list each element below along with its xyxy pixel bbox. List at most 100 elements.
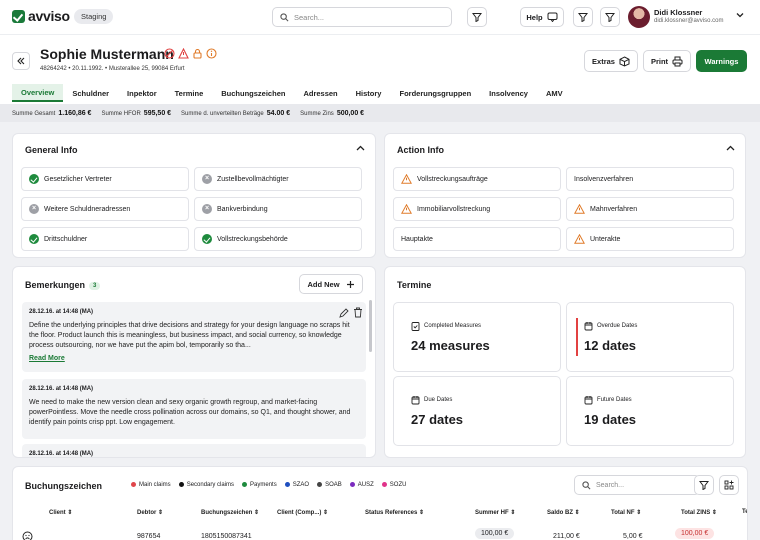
tab-inpektor[interactable]: Inpektor	[118, 84, 166, 102]
note-date: 28.12.16. at 14:48 (MA)	[29, 386, 94, 392]
search-placeholder: Search...	[294, 13, 325, 22]
add-note-button[interactable]: Add New	[299, 274, 363, 294]
sum-item: Summe Gesamt 1.160,86 €	[12, 110, 91, 117]
termine-label: Due Dates	[411, 395, 452, 405]
note-item: 28.12.16. at 14:48 (MA) Define the under…	[22, 302, 366, 372]
top-bar: avviso Staging Search... Help Didi Kloss…	[0, 0, 760, 34]
filter-icon	[578, 13, 588, 22]
search-placeholder: Search...	[596, 482, 625, 489]
tab-buchungszeichen[interactable]: Buchungszeichen	[212, 84, 294, 102]
printer-icon	[672, 56, 683, 66]
termine-due-card[interactable]: Due Dates 27 dates	[393, 376, 561, 446]
filter-button-3[interactable]	[600, 7, 620, 27]
column-header-status-references[interactable]: Status References ⇕	[365, 509, 424, 516]
app-logo[interactable]: avviso	[12, 8, 70, 24]
column-header-buchungszeichen[interactable]: Buchungszeichen ⇕	[201, 509, 259, 516]
warning-icon[interactable]	[178, 48, 189, 59]
termine-overdue-card[interactable]: Overdue Dates 12 dates	[566, 302, 734, 372]
general-info-item[interactable]: × Zustellbevollmächtigter	[194, 167, 362, 191]
item-label: Insolvenzverfahren	[574, 175, 634, 183]
sum-item: Summe HFOR 595,50 €	[101, 110, 171, 117]
print-button[interactable]: Print	[643, 50, 691, 72]
termine-label: Future Dates	[584, 395, 632, 405]
action-info-item[interactable]: Vollstreckungsaufträge	[393, 167, 561, 191]
notes-count-badge: 3	[89, 281, 101, 290]
table-filter-button[interactable]	[694, 475, 714, 495]
columns-settings-button[interactable]	[719, 475, 739, 495]
notes-scrollbar[interactable]	[369, 300, 372, 352]
item-label: Vollstreckungsaufträge	[417, 175, 488, 183]
column-header-client-comp[interactable]: Client (Comp...) ⇕	[277, 509, 328, 516]
sum-value: 595,50 €	[143, 109, 172, 117]
chevron-down-icon[interactable]	[736, 12, 744, 18]
note-date: 28.12.16. at 14:48 (MA)	[29, 451, 94, 457]
chevron-up-icon[interactable]	[726, 145, 735, 151]
general-info-item[interactable]: Vollstreckungsbehörde	[194, 227, 362, 251]
column-header-total-zins[interactable]: Total ZINS ⇕	[681, 509, 717, 516]
item-label: Mahnverfahren	[590, 205, 638, 213]
action-info-item[interactable]: Hauptakte	[393, 227, 561, 251]
column-header-debtor[interactable]: Debtor ⇕	[137, 509, 163, 516]
print-label: Print	[650, 56, 669, 66]
bemerkungen-title: Bemerkungen 3	[25, 280, 101, 290]
trash-icon[interactable]	[353, 307, 363, 318]
action-info-item[interactable]: Unterakte	[566, 227, 734, 251]
tab-amv[interactable]: AMV	[537, 84, 572, 102]
action-info-item[interactable]: Mahnverfahren	[566, 197, 734, 221]
back-button[interactable]	[12, 52, 30, 70]
action-info-item[interactable]: Insolvenzverfahren	[566, 167, 734, 191]
general-info-item[interactable]: × Bankverbindung	[194, 197, 362, 221]
search-icon	[582, 481, 591, 490]
item-label: Weitere Schuldneradressen	[44, 205, 131, 213]
blocked-icon[interactable]	[164, 48, 175, 59]
column-header-total-nf[interactable]: Total NF ⇕	[611, 509, 641, 516]
logo-icon	[12, 9, 25, 23]
lock-icon[interactable]	[192, 48, 203, 59]
termine-label: Overdue Dates	[584, 321, 637, 331]
item-label: Unterakte	[590, 235, 621, 243]
tab-insolvency[interactable]: Insolvency	[480, 84, 537, 102]
header-label: Summer HF	[475, 510, 509, 516]
plus-icon	[346, 280, 354, 288]
help-button[interactable]: Help	[520, 7, 564, 27]
edit-icon[interactable]	[339, 308, 349, 318]
sum-value: 1.160,86 €	[58, 109, 92, 117]
buchungszeichen-search-input[interactable]: Search...	[574, 475, 700, 495]
tab-history[interactable]: History	[347, 84, 391, 102]
tab-adressen[interactable]: Adressen	[294, 84, 346, 102]
global-search-input[interactable]: Search...	[272, 7, 452, 27]
termine-future-card[interactable]: Future Dates 19 dates	[566, 376, 734, 446]
filter-button-2[interactable]	[573, 7, 593, 27]
column-header-client[interactable]: Client ⇕	[49, 509, 72, 516]
general-info-item[interactable]: × Weitere Schuldneradressen	[21, 197, 189, 221]
tab-schuldner[interactable]: Schuldner	[63, 84, 118, 102]
header-label: Status References	[365, 510, 418, 516]
tab-forderungsgruppen[interactable]: Forderungsgruppen	[390, 84, 480, 102]
column-header-te[interactable]: Te	[742, 509, 747, 515]
column-header-saldo-bz[interactable]: Saldo BZ ⇕	[547, 509, 580, 516]
tab-overview[interactable]: Overview	[12, 84, 64, 102]
double-chevron-left-icon	[17, 57, 25, 65]
read-more-link[interactable]: Read More	[29, 355, 359, 362]
calendar-icon	[584, 322, 593, 331]
extras-button[interactable]: Extras	[584, 50, 638, 72]
termine-completed-card[interactable]: Completed Measures 24 measures	[393, 302, 561, 372]
filter-button[interactable]	[467, 7, 487, 27]
legend-dot	[131, 482, 136, 487]
warnings-button[interactable]: Warnings	[696, 50, 747, 72]
cell-buchungszeichen[interactable]: 1805150087341	[201, 533, 252, 540]
warning-icon	[574, 234, 585, 244]
info-icon[interactable]	[206, 48, 217, 59]
column-header-summer-hf[interactable]: Summer HF ⇕	[475, 509, 515, 516]
action-info-item[interactable]: Immobiliarvollstreckung	[393, 197, 561, 221]
general-info-item[interactable]: Drittschuldner	[21, 227, 189, 251]
help-label: Help	[526, 12, 543, 22]
user-avatar[interactable]	[628, 6, 650, 28]
tab-termine[interactable]: Termine	[166, 84, 213, 102]
general-info-item[interactable]: Gesetzlicher Vertreter	[21, 167, 189, 191]
note-text: Define the underlying principles that dr…	[29, 322, 350, 349]
chevron-up-icon[interactable]	[356, 145, 365, 151]
chat-help-icon	[547, 12, 558, 22]
overdue-indicator	[576, 318, 578, 356]
buchungszeichen-title: Buchungszeichen	[25, 481, 103, 491]
